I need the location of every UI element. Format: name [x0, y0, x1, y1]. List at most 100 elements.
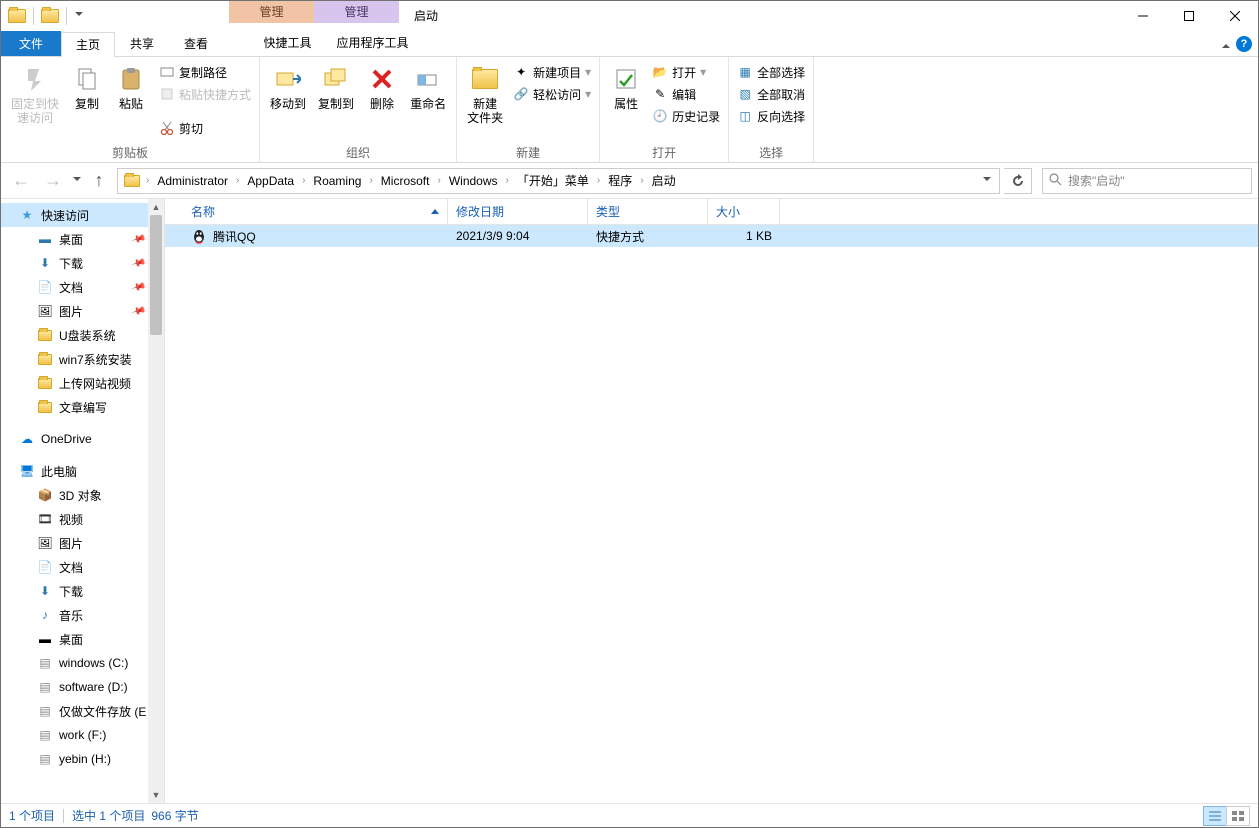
search-input[interactable]: 搜索"启动" [1042, 168, 1252, 194]
breadcrumb-chevron-icon[interactable]: › [367, 175, 374, 186]
maximize-button[interactable] [1166, 1, 1212, 31]
sidebar-item[interactable]: 🎞视频 [1, 507, 164, 531]
tab-app-tools[interactable]: 应用程序工具 [330, 31, 415, 56]
sidebar-item-label: 上传网站视频 [59, 375, 131, 392]
sidebar-item[interactable]: ⬇下载 [1, 579, 164, 603]
breadcrumb-item[interactable]: 「开始」菜单 [511, 169, 595, 193]
new-folder-button[interactable]: 新建 文件夹 [461, 61, 509, 141]
sidebar-item[interactable]: win7系统安装 [1, 347, 164, 371]
sidebar-item[interactable]: ▤work (F:) [1, 723, 164, 747]
breadcrumb-item[interactable]: Windows [443, 169, 504, 193]
breadcrumb-chevron-icon[interactable]: › [435, 175, 442, 186]
refresh-button[interactable] [1004, 168, 1032, 194]
cut-button[interactable]: 剪切 [155, 117, 255, 139]
copy-to-button[interactable]: 复制到 [312, 61, 360, 141]
minimize-button[interactable] [1120, 1, 1166, 31]
sidebar-item[interactable]: ▤仅做文件存放 (E [1, 699, 164, 723]
sidebar-item[interactable]: ⬇下载📌 [1, 251, 164, 275]
sidebar-item[interactable]: ▤windows (C:) [1, 651, 164, 675]
drive-icon: ▤ [37, 703, 53, 719]
breadcrumb-chevron-icon[interactable]: › [300, 175, 307, 186]
sidebar-scrollbar[interactable]: ▲ ▼ [148, 199, 164, 803]
sidebar-item[interactable]: U盘装系统 [1, 323, 164, 347]
sidebar-this-pc[interactable]: 🖥 此电脑 [1, 459, 164, 483]
copy-button[interactable]: 复制 [65, 61, 109, 141]
breadcrumb-chevron-icon[interactable]: › [144, 175, 151, 186]
music-icon: ♪ [37, 607, 53, 623]
edit-button[interactable]: ✎编辑 [648, 83, 724, 105]
breadcrumb-item[interactable]: Administrator [151, 169, 234, 193]
nav-up-button[interactable]: ↑ [85, 167, 113, 195]
file-size: 1 KB [708, 229, 780, 243]
tab-file[interactable]: 文件 [1, 31, 61, 56]
address-bar[interactable]: › Administrator› AppData› Roaming› Micro… [117, 168, 1000, 194]
nav-forward-button[interactable]: → [39, 167, 67, 195]
column-type[interactable]: 类型 [588, 199, 708, 224]
ribbon-group-new: 新建 [461, 144, 595, 162]
file-rows[interactable]: 腾讯QQ2021/3/9 9:04快捷方式1 KB [165, 225, 1258, 803]
sidebar-item[interactable]: ♪音乐 [1, 603, 164, 627]
breadcrumb-chevron-icon[interactable]: › [234, 175, 241, 186]
copy-path-button[interactable]: 复制路径 [155, 61, 255, 83]
sidebar-quick-access[interactable]: ★ 快速访问 [1, 203, 164, 227]
breadcrumb-item[interactable]: AppData [241, 169, 300, 193]
sidebar-item[interactable]: 📄文档 [1, 555, 164, 579]
sidebar-item[interactable]: ▤software (D:) [1, 675, 164, 699]
breadcrumb-chevron-icon[interactable]: › [595, 175, 602, 186]
breadcrumb-item[interactable]: Roaming [307, 169, 367, 193]
tab-home[interactable]: 主页 [61, 32, 115, 57]
tab-shortcut-tools[interactable]: 快捷工具 [245, 31, 330, 56]
help-icon[interactable]: ? [1236, 36, 1252, 52]
breadcrumb-chevron-icon[interactable]: › [638, 175, 645, 186]
close-button[interactable] [1212, 1, 1258, 31]
column-date[interactable]: 修改日期 [448, 199, 588, 224]
paste-shortcut-button[interactable]: 粘贴快捷方式 [155, 83, 255, 105]
open-button[interactable]: 📂打开 ▾ [648, 61, 724, 83]
qat-customize-dropdown[interactable] [75, 12, 83, 20]
easy-access-button[interactable]: 🔗轻松访问 ▾ [509, 83, 595, 105]
sidebar-onedrive[interactable]: ☁ OneDrive [1, 427, 164, 451]
breadcrumb-item[interactable]: 启动 [646, 169, 682, 193]
scrollbar-thumb[interactable] [150, 215, 162, 335]
scroll-up-icon[interactable]: ▲ [148, 199, 164, 215]
properties-button[interactable]: 属性 [604, 61, 648, 141]
nav-back-button[interactable]: ← [7, 167, 35, 195]
tab-view[interactable]: 查看 [169, 31, 223, 56]
delete-button[interactable]: 删除 [360, 61, 404, 141]
sidebar-item[interactable]: ▤yebin (H:) [1, 747, 164, 771]
sidebar-item[interactable]: 📄文档📌 [1, 275, 164, 299]
paste-button[interactable]: 粘贴 [109, 61, 153, 141]
ribbon-group-organize: 组织 [264, 144, 452, 162]
select-none-button[interactable]: ▧全部取消 [733, 83, 809, 105]
sidebar-item[interactable]: 🖼图片 [1, 531, 164, 555]
breadcrumb-chevron-icon[interactable]: › [504, 175, 511, 186]
invert-selection-button[interactable]: ◫反向选择 [733, 105, 809, 127]
column-size[interactable]: 大小 [708, 199, 780, 224]
pin-to-quick-access-button[interactable]: 固定到快 速访问 [5, 61, 65, 141]
nav-history-dropdown[interactable] [73, 177, 81, 185]
status-selection: 选中 1 个项目 [72, 807, 145, 824]
move-to-button[interactable]: 移动到 [264, 61, 312, 141]
sidebar-item[interactable]: ▬桌面 [1, 627, 164, 651]
rename-button[interactable]: 重命名 [404, 61, 452, 141]
sidebar-item[interactable]: 📦3D 对象 [1, 483, 164, 507]
titlebar: 管理 管理 启动 [1, 1, 1258, 31]
history-button[interactable]: 🕘历史记录 [648, 105, 724, 127]
scroll-down-icon[interactable]: ▼ [148, 787, 164, 803]
ribbon-collapse-icon[interactable] [1222, 40, 1230, 48]
sidebar-item[interactable]: 文章编写 [1, 395, 164, 419]
breadcrumb-item[interactable]: 程序 [602, 169, 638, 193]
select-all-button[interactable]: ▦全部选择 [733, 61, 809, 83]
sidebar-item[interactable]: 上传网站视频 [1, 371, 164, 395]
address-dropdown-icon[interactable] [975, 177, 997, 185]
column-name[interactable]: 名称 [183, 199, 448, 224]
qat-folder-icon[interactable] [40, 6, 60, 26]
tab-share[interactable]: 共享 [115, 31, 169, 56]
view-thumbnails-button[interactable] [1226, 806, 1250, 826]
view-details-button[interactable] [1203, 806, 1227, 826]
sidebar-item[interactable]: 🖼图片📌 [1, 299, 164, 323]
breadcrumb-item[interactable]: Microsoft [375, 169, 436, 193]
list-item[interactable]: 腾讯QQ2021/3/9 9:04快捷方式1 KB [165, 225, 1258, 247]
sidebar-item[interactable]: ▬桌面📌 [1, 227, 164, 251]
new-item-button[interactable]: ✦新建项目 ▾ [509, 61, 595, 83]
